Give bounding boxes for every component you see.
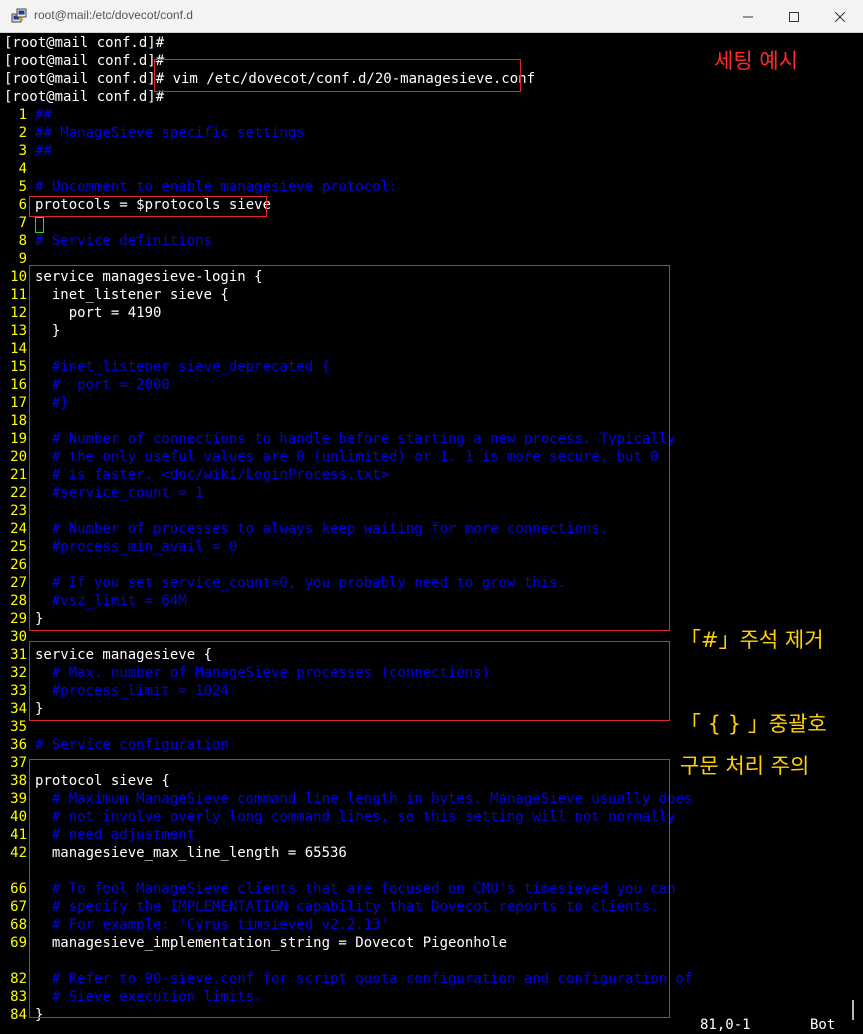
- annotation-braces: 「 { } 」중괄호: [680, 712, 827, 736]
- annotation-example: 세팅 예시: [714, 49, 798, 73]
- line-number: 10: [10, 269, 27, 285]
- line-number: 7: [18, 215, 27, 231]
- highlight-vim-command: [154, 59, 521, 92]
- vim-line: 4: [4, 160, 35, 178]
- line-number: 31: [10, 647, 27, 663]
- line-number: 2: [18, 125, 27, 141]
- line-number: 25: [10, 539, 27, 555]
- shell-line: [root@mail conf.d]#: [4, 89, 165, 105]
- vim-scroll-indicator: Bot: [810, 1017, 836, 1033]
- line-number: 11: [10, 287, 27, 303]
- line-number: 20: [10, 449, 27, 465]
- highlight-protocols-line: [29, 196, 267, 217]
- line-number: 41: [10, 827, 27, 843]
- window-title: root@mail:/etc/dovecot/conf.d: [34, 8, 193, 22]
- vim-line: 1 ##: [4, 106, 52, 124]
- line-number: 12: [10, 305, 27, 321]
- vim-line: 36 # Service configuration: [4, 736, 229, 754]
- line-number: 5: [18, 179, 27, 195]
- line-number: 21: [10, 467, 27, 483]
- shell-line: [root@mail conf.d]#: [4, 53, 165, 69]
- line-number: 39: [10, 791, 27, 807]
- line-number: 30: [10, 629, 27, 645]
- line-number: 6: [18, 197, 27, 213]
- line-number: 13: [10, 323, 27, 339]
- vim-line: 8 # Service definitions: [4, 232, 212, 250]
- line-number: 9: [18, 251, 27, 267]
- comment-text: ## ManageSieve specific settings: [35, 125, 305, 141]
- line-number: 35: [10, 719, 27, 735]
- line-number: 18: [10, 413, 27, 429]
- annotation-syntax-caution: 구문 처리 주의: [680, 754, 810, 778]
- line-number: 3: [18, 143, 27, 159]
- comment-text: ##: [35, 107, 52, 123]
- line-number: 68: [10, 917, 27, 933]
- highlight-managesieve-login-block: [29, 265, 670, 631]
- vim-line: 3 ##: [4, 142, 52, 160]
- line-number: 4: [18, 161, 27, 177]
- line-number: 66: [10, 881, 27, 897]
- line-number: 14: [10, 341, 27, 357]
- line-number: 33: [10, 683, 27, 699]
- line-number: 1: [18, 107, 27, 123]
- maximize-button[interactable]: [771, 0, 817, 33]
- annotation-remove-hash: 「#」주석 제거: [680, 628, 824, 652]
- line-number: 19: [10, 431, 27, 447]
- line-number: 8: [18, 233, 27, 249]
- vim-cursor-position: 81,0-1: [700, 1017, 751, 1033]
- minimize-button[interactable]: [725, 0, 771, 33]
- minimize-icon: [743, 16, 753, 17]
- line-number: 40: [10, 809, 27, 825]
- line-number: 82: [10, 971, 27, 987]
- comment-text: # Service configuration: [35, 737, 229, 753]
- line-number: 26: [10, 557, 27, 573]
- line-number: 34: [10, 701, 27, 717]
- line-number: 29: [10, 611, 27, 627]
- comment-text: ##: [35, 143, 52, 159]
- line-number: 17: [10, 395, 27, 411]
- shell-line: [root@mail conf.d]#: [4, 35, 165, 51]
- terminal-scrollbar[interactable]: [852, 1000, 854, 1020]
- line-number: 16: [10, 377, 27, 393]
- terminal-area[interactable]: [root@mail conf.d]# [root@mail conf.d]# [r…: [0, 33, 863, 1033]
- comment-text: # Service definitions: [35, 233, 213, 249]
- line-number: 24: [10, 521, 27, 537]
- line-number: 23: [10, 503, 27, 519]
- line-number: 67: [10, 899, 27, 915]
- line-number: 36: [10, 737, 27, 753]
- line-number: 22: [10, 485, 27, 501]
- comment-text: # Uncomment to enable managesieve protoc…: [35, 179, 398, 195]
- highlight-managesieve-block: [29, 641, 670, 721]
- line-number: 42: [10, 845, 27, 861]
- close-button[interactable]: [817, 0, 863, 33]
- line-number: 32: [10, 665, 27, 681]
- line-number: 28: [10, 593, 27, 609]
- vim-cursor: [35, 217, 44, 233]
- line-number: 84: [10, 1007, 27, 1023]
- line-number: 83: [10, 989, 27, 1005]
- putty-terminal-icon: [11, 8, 27, 23]
- close-icon: [835, 11, 845, 22]
- line-number: 69: [10, 935, 27, 951]
- highlight-protocol-sieve-block: [29, 759, 670, 1018]
- line-number: 15: [10, 359, 27, 375]
- line-number: 38: [10, 773, 27, 789]
- vim-line: 5 # Uncomment to enable managesieve proto…: [4, 178, 398, 196]
- line-number: 37: [10, 755, 27, 771]
- vim-line: 2 ## ManageSieve specific settings: [4, 124, 305, 142]
- line-number: 27: [10, 575, 27, 591]
- window-titlebar[interactable]: root@mail:/etc/dovecot/conf.d: [0, 0, 863, 33]
- maximize-icon: [789, 11, 799, 22]
